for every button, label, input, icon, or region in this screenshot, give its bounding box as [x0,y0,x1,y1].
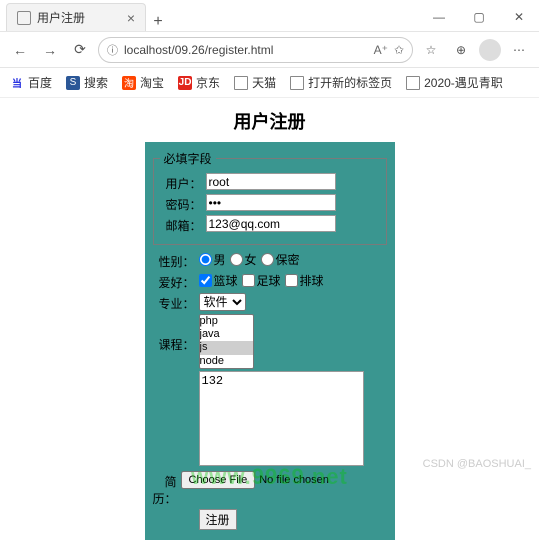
gender-female-text: 女 [245,251,257,268]
gender-label: 性别： [153,251,195,270]
menu-button[interactable]: ⋯ [507,38,531,62]
user-label: 用户： [160,173,202,192]
page-content: 用户注册 必填字段 用户： 密码： 邮箱： 性别： 男 女 保密 [0,98,539,540]
doc-icon [406,76,420,90]
bookmark-label: 百度 [28,74,52,91]
reload-button[interactable]: ⟳ [68,38,92,62]
gender-female-radio[interactable] [230,253,243,266]
doc-icon [290,76,304,90]
course-label: 课程： [153,314,195,353]
required-fieldset: 必填字段 用户： 密码： 邮箱： [153,150,387,245]
baidu-icon: 当 [10,76,24,90]
tab-title: 用户注册 [37,9,121,26]
bookmark-jd[interactable]: JD 京东 [178,74,220,91]
submit-spacer [153,509,195,511]
bookmark-tmall[interactable]: 天猫 [234,74,276,91]
hobby-basketball-checkbox[interactable] [199,274,212,287]
minimize-button[interactable]: — [419,3,459,31]
major-label: 专业： [153,293,195,312]
doc-icon [234,76,248,90]
hobby-football-checkbox[interactable] [242,274,255,287]
site-info-icon[interactable]: ⓘ [107,42,118,58]
bookmark-label: 2020-遇见青职 [424,74,503,91]
browser-toolbar: ← → ⟳ ⓘ localhost/09.26/register.html A⁺… [0,32,539,68]
collections-button[interactable]: ⊕ [449,38,473,62]
bookmark-label: 搜索 [84,74,108,91]
submit-button[interactable] [199,509,237,530]
course-option-java[interactable]: java [200,328,253,341]
window-titlebar: 用户注册 × + — ▢ ✕ [0,0,539,32]
page-icon [17,11,31,25]
maximize-button[interactable]: ▢ [459,3,499,31]
email-label: 邮箱： [160,215,202,234]
close-window-button[interactable]: ✕ [499,3,539,31]
browser-tab[interactable]: 用户注册 × [6,3,146,31]
user-input[interactable] [206,173,336,190]
hobby-basketball-text: 篮球 [214,272,238,289]
favorites-button[interactable]: ☆ [419,38,443,62]
fieldset-legend: 必填字段 [160,150,216,167]
resume-file-input[interactable] [181,471,390,489]
hobby-label: 爱好： [153,272,195,291]
taobao-icon: 淘 [122,76,136,90]
bookmark-baidu[interactable]: 当百度 [10,74,52,91]
forward-button[interactable]: → [38,38,62,62]
bookmarks-bar: 当百度 S 搜索 淘淘宝 JD 京东 天猫 打开新的标签页 2020-遇见青职 [0,68,539,98]
textarea-label [153,371,195,373]
search-icon: S [66,76,80,90]
course-option-js[interactable]: js [200,341,253,354]
page-title: 用户注册 [0,108,539,134]
gender-male-radio[interactable] [199,253,212,266]
gender-male-text: 男 [214,251,226,268]
email-input[interactable] [206,215,336,232]
hobby-volleyball-checkbox[interactable] [285,274,298,287]
back-button[interactable]: ← [8,38,32,62]
bookmark-label: 京东 [196,74,220,91]
register-form: 必填字段 用户： 密码： 邮箱： 性别： 男 女 保密 [145,142,395,540]
hobby-football-text: 足球 [257,272,281,289]
bookmark-label: 天猫 [252,74,276,91]
bookmark-newtab[interactable]: 打开新的标签页 [290,74,392,91]
gender-secret-radio[interactable] [261,253,274,266]
new-tab-button[interactable]: + [146,13,170,31]
course-multiselect[interactable]: php java js node [199,314,254,369]
hobby-volleyball-text: 排球 [300,272,324,289]
password-input[interactable] [206,194,336,211]
profile-avatar[interactable] [479,39,501,61]
resume-label: 简历： [153,471,177,507]
course-option-php[interactable]: php [200,315,253,328]
address-text: localhost/09.26/register.html [124,43,368,57]
bookmark-label: 淘宝 [140,74,164,91]
password-label: 密码： [160,194,202,213]
major-select[interactable]: 软件 [199,293,246,311]
close-tab-icon[interactable]: × [127,10,135,26]
bookmark-year[interactable]: 2020-遇见青职 [406,74,503,91]
course-option-node[interactable]: node [200,355,253,368]
address-bar[interactable]: ⓘ localhost/09.26/register.html A⁺ ✩ [98,37,413,63]
gender-secret-text: 保密 [276,251,300,268]
window-controls: — ▢ ✕ [419,3,539,31]
bio-textarea[interactable]: 132 [199,371,364,466]
bookmark-label: 打开新的标签页 [308,74,392,91]
bookmark-taobao[interactable]: 淘淘宝 [122,74,164,91]
bookmark-search[interactable]: S 搜索 [66,74,108,91]
reader-mode-icon[interactable]: A⁺ [374,43,388,57]
favorite-icon[interactable]: ✩ [394,43,404,57]
jd-icon: JD [178,76,192,90]
